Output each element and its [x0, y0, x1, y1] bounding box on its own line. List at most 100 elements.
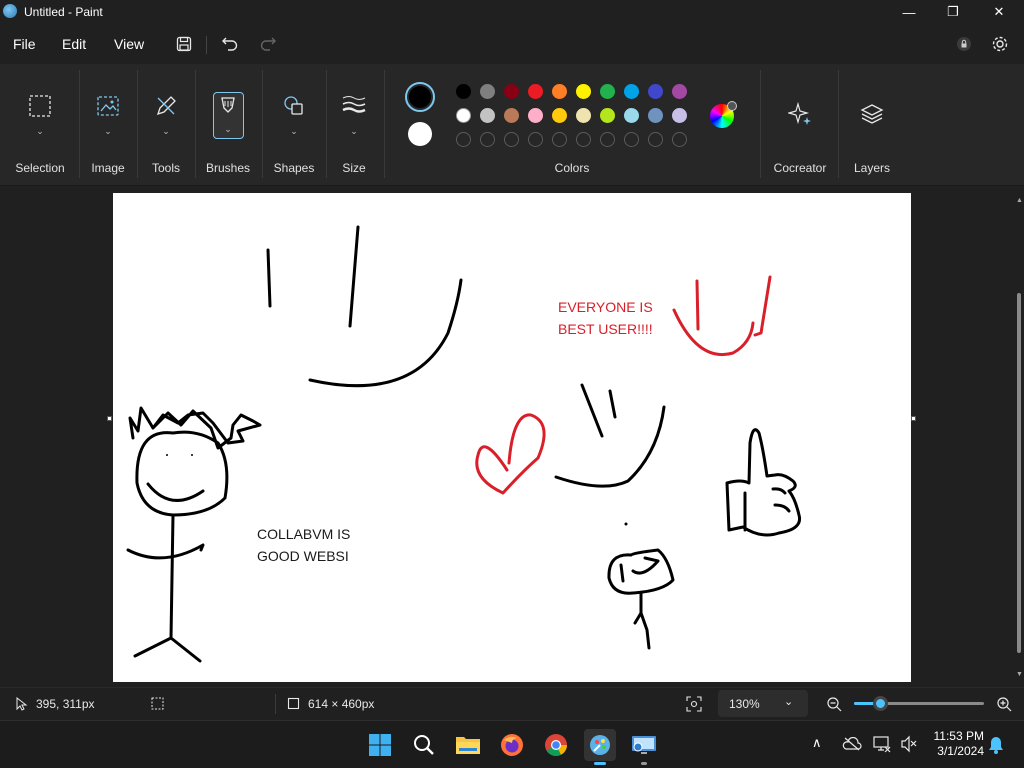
undo-icon: [222, 37, 238, 51]
stroke-eye-right: [348, 225, 360, 328]
custom-color-slot[interactable]: [600, 132, 615, 147]
zoom-slider-thumb[interactable]: [873, 696, 888, 711]
shapes-group[interactable]: ⌄ Shapes: [264, 64, 324, 186]
color-swatch[interactable]: [528, 84, 543, 99]
primary-color-ring[interactable]: [405, 82, 435, 112]
color-swatch[interactable]: [648, 108, 663, 123]
firefox-icon: [501, 734, 523, 756]
secondary-color-swatch[interactable]: [408, 122, 432, 146]
color-swatch[interactable]: [456, 84, 471, 99]
ribbon-divider: [195, 70, 196, 178]
custom-color-slot[interactable]: [576, 132, 591, 147]
zoom-slider[interactable]: [854, 696, 984, 711]
onedrive-offline-icon[interactable]: [842, 737, 862, 751]
window-title: Untitled - Paint: [24, 5, 103, 19]
search-icon: [414, 735, 434, 755]
search-button[interactable]: [408, 729, 440, 761]
account-button[interactable]: [952, 32, 976, 56]
firefox-button[interactable]: [496, 729, 528, 761]
volume-muted-icon[interactable]: [900, 735, 918, 753]
undo-button[interactable]: [218, 32, 242, 56]
resize-handle-left[interactable]: [107, 416, 112, 421]
menu-bar: File Edit View: [0, 24, 1024, 64]
gear-icon: [992, 36, 1008, 52]
custom-color-slot[interactable]: [648, 132, 663, 147]
cocreator-button[interactable]: Cocreator: [764, 64, 836, 186]
color-swatch[interactable]: [552, 108, 567, 123]
start-button[interactable]: [364, 729, 396, 761]
redo-icon: [260, 37, 276, 51]
clock[interactable]: 11:53 PM 3/1/2024: [928, 729, 984, 759]
menu-view[interactable]: View: [114, 36, 144, 52]
custom-color-slot[interactable]: [624, 132, 639, 147]
color-swatch[interactable]: [672, 84, 687, 99]
selection-group[interactable]: ⌄ Selection: [8, 64, 72, 186]
color-swatch[interactable]: [600, 108, 615, 123]
edit-colors-button[interactable]: [710, 101, 737, 128]
chevron-down-icon: ⌄: [36, 126, 44, 136]
stroke-small-body: [633, 591, 651, 650]
color-swatch[interactable]: [600, 84, 615, 99]
custom-color-slot[interactable]: [672, 132, 687, 147]
save-button[interactable]: [172, 32, 196, 56]
color-swatch[interactable]: [552, 84, 567, 99]
colors-group: Colors: [386, 64, 758, 186]
custom-color-slot[interactable]: [456, 132, 471, 147]
redo-button[interactable]: [256, 32, 280, 56]
minimize-button[interactable]: —: [886, 0, 932, 24]
menu-edit[interactable]: Edit: [62, 36, 86, 52]
chrome-button[interactable]: [540, 729, 572, 761]
scroll-down-icon[interactable]: ▼: [1016, 671, 1023, 678]
custom-color-slot[interactable]: [504, 132, 519, 147]
size-group[interactable]: ⌄ Size: [328, 64, 380, 186]
fit-to-window-icon[interactable]: [686, 696, 702, 712]
chevron-down-icon: ⌄: [224, 124, 232, 134]
paint-taskbar-button[interactable]: [584, 729, 616, 765]
save-icon: [176, 36, 192, 52]
network-icon[interactable]: [873, 735, 891, 753]
image-icon: [97, 96, 119, 116]
color-swatch[interactable]: [504, 84, 519, 99]
brushes-group[interactable]: ⌄ Brushes: [198, 64, 258, 186]
drawing-canvas[interactable]: EVERYONE IS BEST USER!!!! COLLABVM IS GO…: [113, 193, 911, 682]
menu-file[interactable]: File: [13, 36, 36, 52]
file-explorer-button[interactable]: [452, 729, 484, 761]
sparkle-icon: [788, 102, 811, 125]
custom-color-slot[interactable]: [480, 132, 495, 147]
scroll-up-icon[interactable]: ▲: [1016, 197, 1023, 204]
color-swatch[interactable]: [528, 108, 543, 123]
layers-button[interactable]: Layers: [840, 64, 904, 186]
color-swatch[interactable]: [480, 108, 495, 123]
color-swatch[interactable]: [624, 108, 639, 123]
custom-color-slot[interactable]: [552, 132, 567, 147]
color-swatch[interactable]: [456, 108, 471, 123]
scrollbar-thumb[interactable]: [1017, 293, 1021, 653]
remote-desktop-button[interactable]: [628, 729, 660, 765]
show-hidden-icons-button[interactable]: ∧: [812, 735, 822, 751]
color-swatch[interactable]: [576, 84, 591, 99]
zoom-out-icon[interactable]: [826, 696, 842, 712]
color-swatch[interactable]: [576, 108, 591, 123]
tools-group[interactable]: ⌄ Tools: [140, 64, 192, 186]
custom-color-slot[interactable]: [528, 132, 543, 147]
close-button[interactable]: ✕: [976, 0, 1022, 24]
selection-icon: [29, 95, 51, 117]
maximize-button[interactable]: ❐: [930, 0, 976, 24]
vertical-scrollbar[interactable]: ▲ ▼: [1016, 193, 1023, 682]
color-swatch[interactable]: [504, 108, 519, 123]
resize-handle-right[interactable]: [911, 416, 916, 421]
clock-time: 11:53 PM: [933, 729, 984, 743]
minimize-icon: —: [902, 4, 916, 20]
color-swatch[interactable]: [480, 84, 495, 99]
ribbon-divider: [79, 70, 80, 178]
color-swatch[interactable]: [672, 108, 687, 123]
zoom-dropdown[interactable]: 130% ⌄: [718, 690, 808, 717]
color-swatch[interactable]: [624, 84, 639, 99]
notification-bell-icon[interactable]: [988, 736, 1004, 754]
stroke-thumbs-up: [725, 428, 802, 537]
zoom-in-icon[interactable]: [996, 696, 1012, 712]
color-swatch[interactable]: [648, 84, 663, 99]
settings-button[interactable]: [988, 32, 1012, 56]
stroke-mid-eye-left: [580, 383, 604, 438]
image-group[interactable]: ⌄ Image: [82, 64, 134, 186]
